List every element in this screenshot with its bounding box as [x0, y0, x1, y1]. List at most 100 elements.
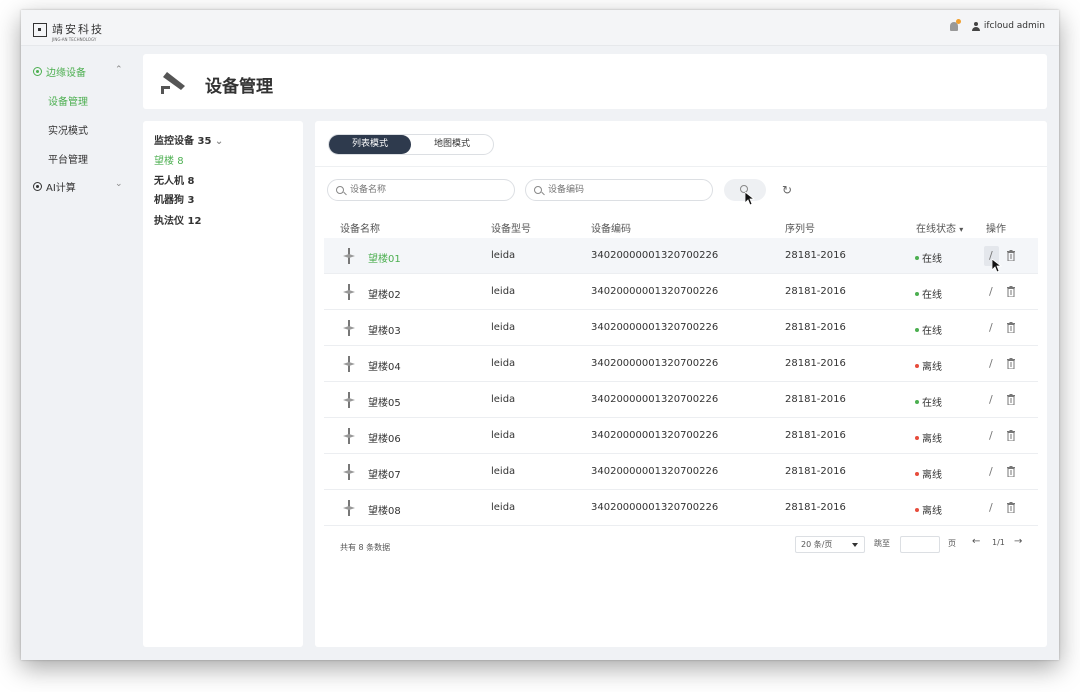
- tower-device-icon: [343, 320, 355, 336]
- delete-icon[interactable]: [1007, 286, 1015, 297]
- user-name: ifcloud admin: [983, 21, 1045, 31]
- logo-mark-icon: [33, 23, 47, 37]
- sidebar-group-label: AI计算: [46, 183, 76, 194]
- column-header-model: 设备型号: [491, 224, 531, 235]
- device-name[interactable]: 望楼01: [368, 250, 401, 265]
- edit-icon[interactable]: /: [989, 393, 993, 406]
- tower-device-icon: [343, 392, 355, 408]
- table-row[interactable]: 望楼01 leida 34020000001320700226 28181-2016 在…: [324, 238, 1038, 274]
- device-code: 34020000001320700226: [591, 430, 719, 441]
- tree-item-robot-dog[interactable]: 机器狗 3: [154, 191, 194, 206]
- status-dot: [915, 399, 919, 404]
- prev-page-button[interactable]: ←: [972, 536, 980, 547]
- status-badge: 在线: [915, 286, 942, 301]
- tree-item-body-camera[interactable]: 执法仪 12: [154, 212, 201, 227]
- table-row[interactable]: 望楼07 leida 34020000001320700226 28181-2016 离…: [324, 454, 1038, 490]
- tower-device-icon: [343, 248, 355, 264]
- device-model: leida: [491, 394, 516, 405]
- jump-label: 跳至: [874, 539, 890, 548]
- status-badge: 离线: [915, 358, 942, 373]
- sidebar-item-device-management[interactable]: 设备管理: [48, 93, 88, 108]
- status-dot: [915, 507, 919, 512]
- status-badge: 在线: [915, 322, 942, 337]
- refresh-icon[interactable]: ↻: [782, 183, 792, 197]
- column-header-status[interactable]: 在线状态 ▾: [916, 220, 963, 235]
- device-code: 34020000001320700226: [591, 250, 719, 261]
- sidebar-item-live-mode[interactable]: 实况模式: [48, 122, 88, 137]
- device-code: 34020000001320700226: [591, 394, 719, 405]
- tower-device-icon: [343, 284, 355, 300]
- table-row[interactable]: 望楼03 leida 34020000001320700226 28181-2016 在…: [324, 310, 1038, 346]
- chevron-down-icon[interactable]: ⌄: [115, 179, 123, 189]
- table-row[interactable]: 望楼05 leida 34020000001320700226 28181-2016 在…: [324, 382, 1038, 418]
- device-name[interactable]: 望楼07: [368, 466, 401, 481]
- table-row[interactable]: 望楼06 leida 34020000001320700226 28181-2016 离…: [324, 418, 1038, 454]
- delete-icon[interactable]: [1007, 394, 1015, 405]
- device-name[interactable]: 望楼06: [368, 430, 401, 445]
- device-name[interactable]: 望楼08: [368, 502, 401, 517]
- tab-map-mode[interactable]: 地图模式: [411, 135, 493, 154]
- table-row[interactable]: 望楼04 leida 34020000001320700226 28181-2016 离…: [324, 346, 1038, 382]
- edit-icon[interactable]: /: [989, 285, 993, 298]
- column-header-actions: 操作: [986, 224, 1006, 235]
- edit-icon[interactable]: /: [989, 429, 993, 442]
- jump-page-input[interactable]: [900, 536, 940, 553]
- user-menu[interactable]: ifcloud admin: [971, 21, 1045, 31]
- mode-bar: 列表模式 地图模式: [315, 121, 1047, 167]
- tree-item-wanglou[interactable]: 望楼 8: [154, 152, 184, 167]
- camera-icon: [161, 72, 185, 94]
- device-code: 34020000001320700226: [591, 358, 719, 369]
- device-code: 34020000001320700226: [591, 466, 719, 477]
- sidebar-group-edge-devices[interactable]: 边缘设备: [33, 64, 86, 79]
- sidebar-group-label: 边缘设备: [46, 68, 86, 79]
- delete-icon[interactable]: [1007, 430, 1015, 441]
- device-name[interactable]: 望楼04: [368, 358, 401, 373]
- search-icon: [534, 186, 542, 194]
- status-badge: 在线: [915, 394, 942, 409]
- table-row[interactable]: 望楼08 leida 34020000001320700226 28181-2016 离…: [324, 490, 1038, 526]
- device-model: leida: [491, 358, 516, 369]
- device-name[interactable]: 望楼02: [368, 286, 401, 301]
- device-code-search[interactable]: 设备编码: [525, 179, 713, 201]
- delete-icon[interactable]: [1007, 502, 1015, 513]
- page-size-select[interactable]: 20 条/页: [795, 536, 865, 553]
- device-name[interactable]: 望楼05: [368, 394, 401, 409]
- device-name-search[interactable]: 设备名称: [327, 179, 515, 201]
- table-row[interactable]: 望楼02 leida 34020000001320700226 28181-2016 在…: [324, 274, 1038, 310]
- edit-icon[interactable]: /: [989, 501, 993, 514]
- tower-device-icon: [343, 428, 355, 444]
- device-code: 34020000001320700226: [591, 286, 719, 297]
- device-model: leida: [491, 322, 516, 333]
- device-tree: 监控设备 35 ⌄ 望楼 8 无人机 8 机器狗 3 执法仪 12: [143, 121, 303, 647]
- next-page-button[interactable]: →: [1014, 536, 1022, 547]
- chevron-down-icon: ⌄: [214, 136, 224, 147]
- delete-icon[interactable]: [1007, 358, 1015, 369]
- status-dot: [915, 435, 919, 440]
- status-badge: 离线: [915, 466, 942, 481]
- delete-icon[interactable]: [1007, 466, 1015, 477]
- notification-bell-icon[interactable]: [949, 18, 961, 31]
- edit-icon[interactable]: /: [989, 465, 993, 478]
- tree-item-drone[interactable]: 无人机 8: [154, 172, 194, 187]
- device-serial: 28181-2016: [785, 358, 846, 369]
- device-name[interactable]: 望楼03: [368, 322, 401, 337]
- edit-icon[interactable]: /: [989, 321, 993, 334]
- tower-device-icon: [343, 500, 355, 516]
- device-serial: 28181-2016: [785, 322, 846, 333]
- tab-list-mode[interactable]: 列表模式: [329, 135, 411, 154]
- edit-icon[interactable]: /: [989, 357, 993, 370]
- total-count: 共有 8 条数据: [340, 543, 391, 552]
- brand-logo[interactable]: 靖安科技 JING-AN TECHNOLOGY: [33, 18, 104, 42]
- device-model: leida: [491, 286, 516, 297]
- chevron-up-icon[interactable]: ⌃: [115, 65, 123, 75]
- delete-icon[interactable]: [1007, 250, 1015, 261]
- mouse-cursor-icon: [992, 259, 1002, 273]
- device-model: leida: [491, 466, 516, 477]
- status-dot: [915, 471, 919, 476]
- mouse-cursor-icon: [745, 192, 755, 206]
- sidebar-group-ai-compute[interactable]: AI计算: [33, 179, 76, 194]
- tree-root[interactable]: 监控设备 35 ⌄: [154, 132, 223, 147]
- status-dot: [915, 255, 919, 260]
- sidebar-item-platform-management[interactable]: 平台管理: [48, 151, 88, 166]
- delete-icon[interactable]: [1007, 322, 1015, 333]
